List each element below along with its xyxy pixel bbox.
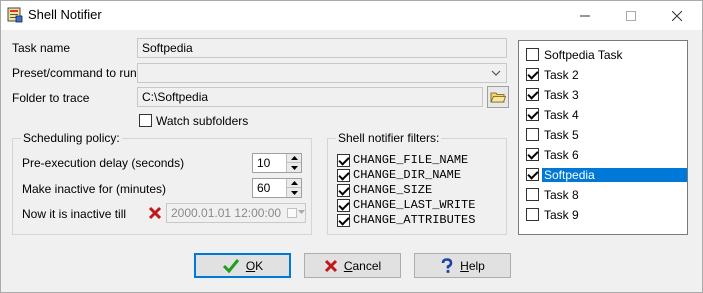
maximize-button[interactable] xyxy=(608,1,654,30)
pre-execution-delay-label: Pre-execution delay (seconds) xyxy=(22,156,185,170)
task-checkbox[interactable] xyxy=(526,48,539,61)
task-list-item[interactable]: Softpedia Task xyxy=(521,45,687,65)
filter-checkbox[interactable] xyxy=(337,154,350,167)
filter-item[interactable]: CHANGE_SIZE xyxy=(337,183,497,198)
maximize-icon xyxy=(626,10,636,21)
close-icon xyxy=(672,10,682,21)
task-label: Task 2 xyxy=(544,68,579,82)
watch-subfolders-checkbox[interactable] xyxy=(139,114,152,127)
spin-down-button[interactable] xyxy=(287,188,301,197)
help-button[interactable]: Help xyxy=(414,253,511,278)
filter-checkbox[interactable] xyxy=(337,199,350,212)
scheduling-policy-title: Scheduling policy: xyxy=(21,131,122,145)
task-checkbox[interactable] xyxy=(526,148,539,161)
spin-down-button[interactable] xyxy=(287,163,301,172)
filter-item[interactable]: CHANGE_ATTRIBUTES xyxy=(337,213,497,228)
task-checkbox[interactable] xyxy=(526,208,539,221)
task-list[interactable]: Softpedia Task Task 2 Task 3 Task 4 Task… xyxy=(518,40,688,235)
filter-checkbox[interactable] xyxy=(337,184,350,197)
filter-label: CHANGE_ATTRIBUTES xyxy=(353,213,476,227)
ok-button[interactable]: OK xyxy=(194,253,291,278)
task-label: Task 8 xyxy=(544,188,579,202)
make-inactive-value: 60 xyxy=(257,181,271,195)
folder-to-trace-field[interactable]: C:\Softpedia xyxy=(137,87,483,107)
make-inactive-label: Make inactive for (minutes) xyxy=(22,182,167,196)
task-list-item[interactable]: Task 2 xyxy=(521,65,687,85)
inactive-till-label: Now it is inactive till xyxy=(22,207,127,221)
help-label: Help xyxy=(460,258,485,273)
filter-checkbox[interactable] xyxy=(337,214,350,227)
filter-item[interactable]: CHANGE_DIR_NAME xyxy=(337,168,497,183)
task-label: Task 9 xyxy=(544,208,579,222)
red-x-icon xyxy=(324,259,337,272)
task-checkbox[interactable] xyxy=(526,68,539,81)
folder-to-trace-label: Folder to trace xyxy=(12,91,90,105)
task-list-item-selected[interactable]: Softpedia xyxy=(521,165,687,185)
make-inactive-stepper[interactable]: 60 xyxy=(252,178,302,198)
task-checkbox[interactable] xyxy=(526,88,539,101)
filter-item[interactable]: CHANGE_LAST_WRITE xyxy=(337,198,497,213)
question-mark-icon xyxy=(441,257,453,273)
preset-command-label: Preset/command to run xyxy=(12,66,137,80)
task-label: Task 3 xyxy=(544,88,579,102)
triangle-up-icon xyxy=(290,181,298,185)
watch-subfolders-label: Watch subfolders xyxy=(156,114,249,128)
task-checkbox[interactable] xyxy=(526,168,539,181)
minimize-button[interactable] xyxy=(562,1,608,30)
filter-item[interactable]: CHANGE_FILE_NAME xyxy=(337,153,497,168)
task-label: Task 6 xyxy=(544,148,579,162)
triangle-down-icon xyxy=(290,165,298,170)
browse-folder-button[interactable] xyxy=(487,86,509,108)
spin-up-button[interactable] xyxy=(287,179,301,188)
shell-notifier-window: Shell Notifier Task name Softpedia Prese… xyxy=(0,0,703,293)
filter-label: CHANGE_LAST_WRITE xyxy=(353,198,476,212)
filter-label: CHANGE_FILE_NAME xyxy=(353,153,469,167)
task-checkbox[interactable] xyxy=(526,128,539,141)
task-name-label: Task name xyxy=(12,41,71,55)
chevron-down-icon xyxy=(491,70,501,76)
filter-checkbox[interactable] xyxy=(337,169,350,182)
task-list-item[interactable]: Task 4 xyxy=(521,105,687,125)
calendar-checkbox xyxy=(287,208,297,218)
task-list-item[interactable]: Task 6 xyxy=(521,145,687,165)
task-label: Softpedia Task xyxy=(544,48,623,62)
task-label: Softpedia xyxy=(542,168,687,182)
spin-up-button[interactable] xyxy=(287,154,301,163)
triangle-down-icon xyxy=(290,190,298,195)
inactive-till-value: 2000.01.01 12:00:00 xyxy=(171,206,282,220)
cancel-button[interactable]: Cancel xyxy=(304,253,401,278)
green-check-icon xyxy=(222,258,239,273)
close-button[interactable] xyxy=(654,1,700,30)
shell-notifier-filters-title: Shell notifier filters: xyxy=(336,131,442,145)
folder-icon xyxy=(490,92,506,103)
red-x-icon xyxy=(148,206,162,220)
window-title: Shell Notifier xyxy=(28,7,102,22)
task-checkbox[interactable] xyxy=(526,108,539,121)
minimize-icon xyxy=(580,15,590,16)
task-list-item[interactable]: Task 3 xyxy=(521,85,687,105)
task-checkbox[interactable] xyxy=(526,188,539,201)
task-label: Task 5 xyxy=(544,128,579,142)
app-icon xyxy=(7,7,23,23)
task-list-item[interactable]: Task 8 xyxy=(521,185,687,205)
cancel-label: Cancel xyxy=(343,258,382,273)
pre-execution-delay-value: 10 xyxy=(257,156,271,170)
triangle-up-icon xyxy=(290,156,298,160)
filter-label: CHANGE_SIZE xyxy=(353,183,433,197)
inactive-till-datetime: 2000.01.01 12:00:00 xyxy=(166,203,306,223)
title-bar: Shell Notifier xyxy=(1,1,702,30)
task-list-item[interactable]: Task 9 xyxy=(521,205,687,225)
chevron-down-icon xyxy=(298,210,305,214)
clear-inactive-button[interactable] xyxy=(146,204,164,222)
task-list-item[interactable]: Task 5 xyxy=(521,125,687,145)
preset-command-select[interactable] xyxy=(137,63,507,83)
pre-execution-delay-stepper[interactable]: 10 xyxy=(252,153,302,173)
filter-label: CHANGE_DIR_NAME xyxy=(353,168,462,182)
task-name-field[interactable]: Softpedia xyxy=(137,38,507,58)
task-label: Task 4 xyxy=(544,108,579,122)
ok-label: OK xyxy=(245,258,264,273)
